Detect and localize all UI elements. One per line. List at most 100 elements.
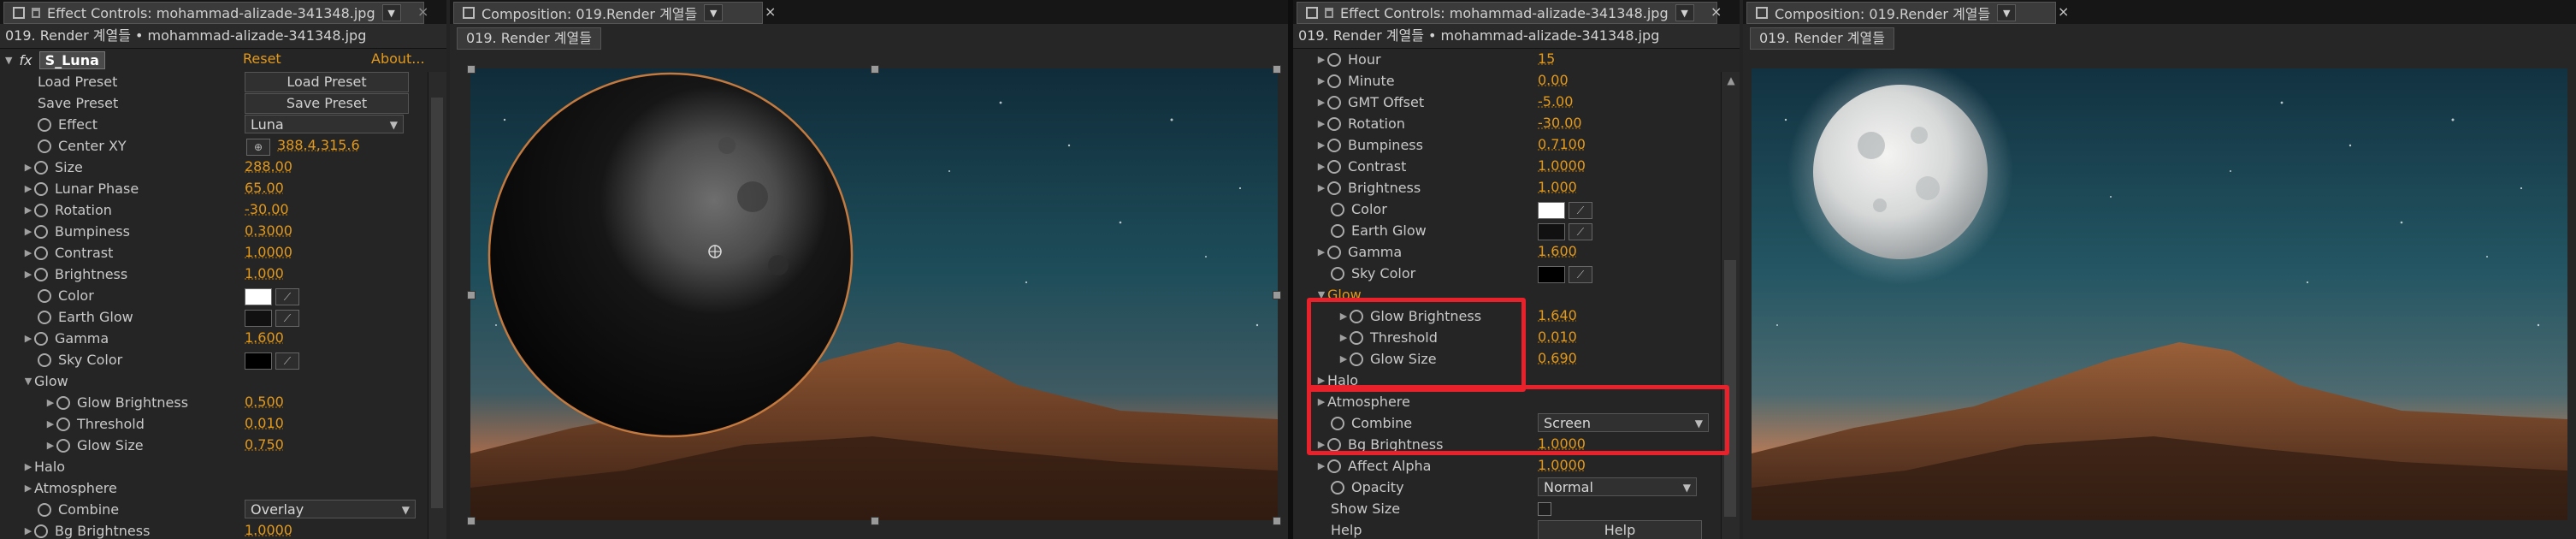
rotation-value[interactable]: -30.00 (245, 201, 289, 217)
effect-controls-tab[interactable]: Effect Controls: mohammad-alizade-341348… (1297, 2, 1717, 24)
brightness-value[interactable]: 1.000 (1538, 179, 1577, 195)
lock-icon[interactable] (32, 8, 40, 18)
hour-value[interactable]: 15 (1538, 50, 1555, 67)
stopwatch-icon[interactable] (34, 160, 48, 175)
reset-link[interactable]: Reset (243, 50, 281, 67)
layer-handle[interactable] (1273, 517, 1281, 525)
eyedropper-icon[interactable]: ⟋ (275, 352, 299, 370)
stopwatch-icon[interactable] (34, 181, 48, 196)
layer-handle[interactable] (467, 291, 476, 299)
comp-name-tab[interactable]: 019. Render 계열들 (1750, 27, 1894, 50)
expand-triangle-icon[interactable]: ▶ (22, 525, 34, 536)
stopwatch-icon[interactable] (1327, 138, 1341, 152)
stopwatch-icon[interactable] (1331, 202, 1344, 216)
effect-name[interactable]: S_Luna (38, 50, 105, 69)
expand-triangle-icon[interactable]: ▶ (22, 183, 34, 194)
chevron-down-icon[interactable]: ▼ (704, 4, 724, 21)
lunar-phase-value[interactable]: 65.00 (245, 180, 284, 196)
contrast-value[interactable]: 1.0000 (1538, 157, 1586, 174)
stopwatch-icon[interactable] (34, 331, 48, 346)
ec-scrollbar[interactable] (428, 72, 446, 539)
expand-triangle-icon[interactable]: ▶ (22, 204, 34, 216)
expand-triangle-icon[interactable]: ▶ (44, 440, 56, 451)
glow-size-value[interactable]: 0.690 (1538, 350, 1577, 366)
gamma-value[interactable]: 1.600 (245, 329, 284, 346)
layer-handle[interactable] (467, 517, 476, 525)
brightness-value[interactable]: 1.000 (245, 265, 284, 281)
affect-alpha-value[interactable]: 1.0000 (1538, 457, 1586, 473)
eyedropper-icon[interactable]: ⟋ (275, 310, 299, 327)
about-link[interactable]: About... (371, 50, 425, 67)
earth-glow-swatch[interactable] (1538, 223, 1565, 240)
expand-triangle-icon[interactable]: ▶ (22, 162, 34, 173)
panel-menu-icon[interactable] (1306, 7, 1318, 19)
stopwatch-icon[interactable] (56, 417, 70, 431)
sky-color-swatch[interactable] (1538, 266, 1565, 283)
chevron-down-icon[interactable]: ▼ (1997, 4, 2017, 21)
bumpiness-value[interactable]: 0.3000 (245, 222, 292, 239)
layer-handle[interactable] (1273, 291, 1281, 299)
glow-size-value[interactable]: 0.750 (245, 436, 284, 453)
expand-triangle-icon[interactable]: ▶ (22, 226, 34, 237)
threshold-value[interactable]: 0.010 (1538, 329, 1577, 345)
expand-triangle-icon[interactable]: ▶ (22, 269, 34, 280)
halo-group-row[interactable]: ▶ Halo (22, 456, 65, 477)
crosshair-picker-icon[interactable]: ⊕ (246, 139, 270, 156)
stopwatch-icon[interactable] (56, 395, 70, 410)
expand-triangle-icon[interactable]: ▶ (1315, 118, 1327, 129)
stopwatch-icon[interactable] (38, 117, 51, 132)
chevron-down-icon[interactable]: ▼ (1675, 4, 1694, 21)
stopwatch-icon[interactable] (1331, 223, 1344, 238)
layer-handle[interactable] (467, 65, 476, 74)
ec-scrollbar[interactable]: ▲ (1721, 72, 1740, 539)
stopwatch-icon[interactable] (34, 224, 48, 239)
stopwatch-icon[interactable] (38, 502, 51, 517)
color-swatch[interactable] (1538, 202, 1565, 219)
contrast-value[interactable]: 1.0000 (245, 244, 292, 260)
close-icon[interactable]: × (1710, 3, 1722, 20)
composition-viewer[interactable] (1752, 68, 2567, 520)
effect-dropdown[interactable]: Luna ▼ (245, 115, 404, 133)
comp-name-tab[interactable]: 019. Render 계열들 (457, 27, 601, 50)
expand-triangle-icon[interactable]: ▶ (1315, 54, 1327, 65)
minute-value[interactable]: 0.00 (1538, 72, 1569, 88)
threshold-value[interactable]: 0.010 (245, 415, 284, 431)
expand-triangle-icon[interactable]: ▶ (44, 397, 56, 408)
stopwatch-icon[interactable] (1327, 245, 1341, 259)
expand-triangle-icon[interactable]: ▶ (22, 461, 34, 472)
stopwatch-icon[interactable] (1327, 95, 1341, 110)
stopwatch-icon[interactable] (1331, 266, 1344, 281)
expand-triangle-icon[interactable]: ▶ (1315, 161, 1327, 172)
glow-brightness-value[interactable]: 1.640 (1538, 307, 1577, 323)
lock-icon[interactable] (1325, 8, 1333, 18)
expand-triangle-icon[interactable]: ▶ (1315, 75, 1327, 86)
layer-handle[interactable] (871, 65, 879, 74)
layer-handle[interactable] (1273, 65, 1281, 74)
close-icon[interactable]: × (765, 3, 776, 20)
load-preset-button[interactable]: Load Preset (245, 72, 409, 92)
bumpiness-value[interactable]: 0.7100 (1538, 136, 1586, 152)
chevron-down-icon[interactable]: ▼ (381, 4, 401, 21)
stopwatch-icon[interactable] (38, 139, 51, 153)
scrollbar-thumb[interactable] (431, 98, 443, 508)
show-size-checkbox[interactable] (1538, 502, 1551, 516)
glow-brightness-value[interactable]: 0.500 (245, 394, 284, 410)
size-value[interactable]: 288.00 (245, 158, 292, 175)
combine-dropdown[interactable]: Overlay ▼ (245, 500, 416, 518)
atmosphere-group-row[interactable]: ▶ Atmosphere (22, 477, 117, 499)
expand-triangle-icon[interactable]: ▶ (1315, 246, 1327, 258)
stopwatch-icon[interactable] (1327, 181, 1341, 195)
close-icon[interactable]: × (417, 3, 428, 20)
expand-triangle-icon[interactable]: ▶ (1315, 460, 1327, 471)
stopwatch-icon[interactable] (38, 352, 51, 367)
stopwatch-icon[interactable] (1331, 480, 1344, 495)
expand-triangle-icon[interactable]: ▶ (22, 483, 34, 494)
eyedropper-icon[interactable]: ⟋ (1569, 223, 1592, 240)
composition-tab[interactable]: Composition: 019.Render 계열들 ▼ (453, 2, 763, 24)
expand-triangle-icon[interactable]: ▶ (22, 333, 34, 344)
stopwatch-icon[interactable] (34, 246, 48, 260)
stopwatch-icon[interactable] (34, 267, 48, 281)
scroll-up-icon[interactable]: ▲ (1722, 72, 1740, 89)
stopwatch-icon[interactable] (1327, 52, 1341, 67)
earth-glow-swatch[interactable] (245, 310, 272, 327)
